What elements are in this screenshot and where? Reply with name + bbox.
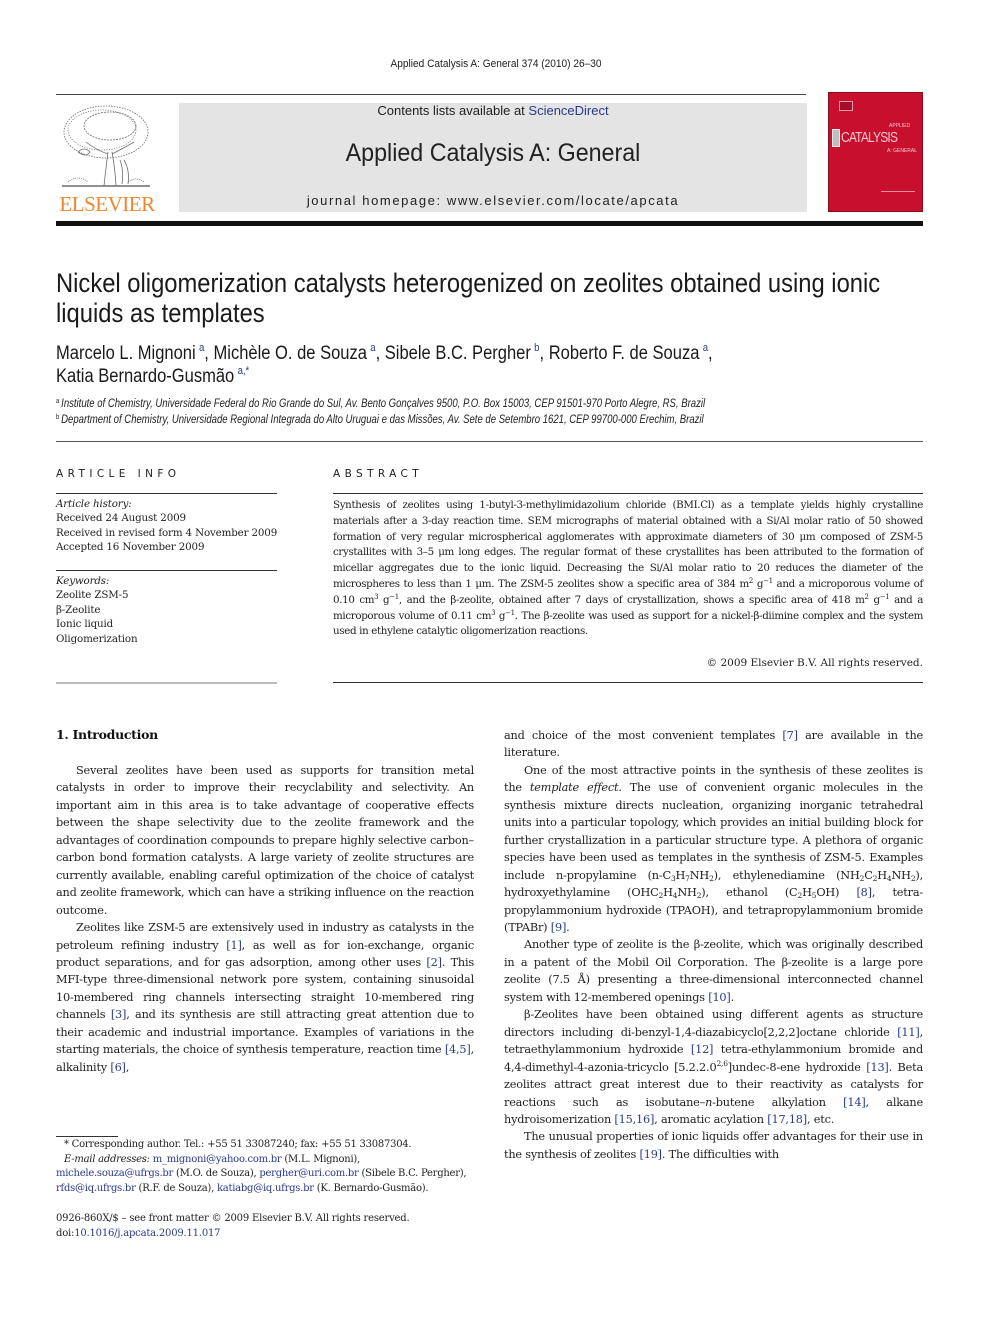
citation-link[interactable]: [3]	[111, 1008, 127, 1021]
contents-prefix: Contents lists available at	[377, 103, 529, 118]
email-link[interactable]: m_mignoni@yahoo.com.br	[153, 1154, 282, 1165]
keyword: Zeolite ZSM-5	[56, 589, 129, 602]
email-line: michele.souza@ufrgs.br (M.O. de Souza), …	[56, 1168, 467, 1180]
cover-letter-box	[832, 129, 840, 147]
affiliation-a: a Institute of Chemistry, Universidade F…	[56, 398, 706, 410]
journal-cover-thumbnail[interactable]: APPLIED CATALYSIS A: GENERAL	[828, 92, 923, 212]
author[interactable]: Roberto F. de Souza a,	[549, 343, 713, 365]
section-divider	[56, 441, 923, 442]
doi-link[interactable]: 10.1016/j.apcata.2009.11.017	[74, 1228, 220, 1239]
abstract-text: Synthesis of zeolites using 1-butyl-3-me…	[333, 499, 923, 638]
section-heading-introduction: 1. Introduction	[56, 727, 158, 742]
history-item: Received in revised form 4 November 2009	[56, 526, 278, 539]
citation-link[interactable]: [7]	[782, 729, 798, 742]
history-item: Received 24 August 2009	[56, 512, 186, 525]
publisher-name: ELSEVIER	[59, 192, 155, 216]
citation-link[interactable]: [6]	[110, 1061, 126, 1074]
front-matter-text: 0926-860X/$ – see front matter © 2009 El…	[56, 1213, 410, 1224]
body-column-left: Several zeolites have been used as suppo…	[56, 762, 474, 1076]
publisher-logo[interactable]: ELSEVIER	[56, 100, 158, 216]
paragraph: Zeolites like ZSM-5 are extensively used…	[56, 921, 475, 1074]
divider	[333, 493, 923, 494]
citation-link[interactable]: [11]	[897, 1026, 920, 1039]
abstract-heading: ABSTRACT	[333, 468, 424, 480]
paragraph: β-Zeolites have been obtained using diff…	[504, 1008, 924, 1126]
email-link[interactable]: michele.souza@ufrgs.br	[56, 1168, 173, 1179]
keyword: β-Zeolite	[56, 603, 101, 616]
body-column-right: and choice of the most convenient templa…	[504, 727, 923, 1163]
email-link[interactable]: katiabg@iq.ufrgs.br	[217, 1183, 314, 1194]
email-line: rfds@iq.ufrgs.br (R.F. de Souza), katiab…	[56, 1182, 429, 1194]
doi-line: doi:10.1016/j.apcata.2009.11.017	[56, 1227, 221, 1239]
paragraph: Several zeolites have been used as suppo…	[56, 764, 474, 917]
history-label: Article history:	[56, 498, 132, 510]
author[interactable]: Marcelo L. Mignoni a,	[56, 343, 213, 365]
contents-line: Contents lists available at ScienceDirec…	[179, 103, 807, 118]
citation-link[interactable]: [14]	[843, 1096, 866, 1109]
journal-banner: Contents lists available at ScienceDirec…	[179, 103, 807, 212]
citation-link[interactable]: [19]	[640, 1148, 663, 1161]
masthead-rule	[56, 221, 923, 226]
author-list: Marcelo L. Mignoni a, Michèle O. de Souz…	[56, 342, 926, 388]
cover-sub-label: A: GENERAL	[887, 148, 918, 154]
author[interactable]: Katia Bernardo-Gusmão a,*	[56, 365, 250, 388]
citation-link[interactable]: [4,5]	[445, 1043, 471, 1056]
article-info-heading: ARTICLE INFO	[56, 468, 181, 480]
cover-sciencedirect-mark	[881, 191, 915, 199]
paragraph: The unusual properties of ionic liquids …	[504, 1130, 923, 1161]
keywords: Keywords: Zeolite ZSM-5 β-Zeolite Ionic …	[56, 574, 296, 646]
sciencedirect-link[interactable]: ScienceDirect	[528, 103, 608, 118]
divider	[56, 682, 277, 684]
affiliation-mark[interactable]: a,*	[238, 365, 250, 377]
divider	[333, 682, 923, 683]
footnotes: * Corresponding author. Tel.: +55 51 330…	[56, 1138, 476, 1196]
article-history: Article history: Received 24 August 2009…	[56, 497, 296, 555]
email-link[interactable]: pergher@uri.com.br	[259, 1168, 358, 1179]
cover-title: CATALYSIS	[841, 129, 898, 146]
divider	[56, 493, 277, 494]
elsevier-tree-icon	[62, 105, 150, 187]
divider	[56, 570, 277, 571]
affiliation-b: b Department of Chemistry, Universidade …	[56, 414, 704, 426]
citation-link[interactable]: [1]	[226, 939, 242, 952]
citation-link[interactable]: [15,16]	[614, 1113, 654, 1126]
citation-link[interactable]: [8]	[856, 886, 872, 899]
email-link[interactable]: rfds@iq.ufrgs.br	[56, 1183, 136, 1194]
footnote-rule	[56, 1136, 118, 1137]
keyword: Ionic liquid	[56, 618, 114, 631]
article-title: Nickel oligomerization catalysts heterog…	[56, 268, 881, 328]
keyword: Oligomerization	[56, 632, 138, 645]
journal-name: Applied Catalysis A: General	[345, 139, 641, 167]
corresponding-author-note: * Corresponding author. Tel.: +55 51 330…	[64, 1139, 412, 1150]
front-matter: 0926-860X/$ – see front matter © 2009 El…	[56, 1212, 486, 1241]
author[interactable]: Sibele B.C. Pergher b,	[385, 343, 549, 365]
citation-link[interactable]: [12]	[691, 1043, 714, 1056]
paragraph: and choice of the most convenient templa…	[504, 729, 924, 760]
paragraph: Another type of zeolite is the β-zeolite…	[504, 938, 923, 1004]
cover-publisher-mark	[839, 101, 853, 111]
keywords-label: Keywords:	[56, 575, 110, 587]
history-item: Accepted 16 November 2009	[56, 541, 205, 554]
paragraph: One of the most attractive points in the…	[504, 763, 923, 934]
citation-link[interactable]: [17,18]	[767, 1113, 807, 1126]
email-line: E-mail addresses: m_mignoni@yahoo.com.br…	[64, 1153, 360, 1165]
affiliations: a Institute of Chemistry, Universidade F…	[56, 396, 886, 428]
author[interactable]: Michèle O. de Souza a,	[213, 343, 384, 365]
citation-link[interactable]: [2]	[426, 956, 442, 969]
citation-link[interactable]: [10]	[708, 991, 731, 1004]
abstract-copyright: © 2009 Elsevier B.V. All rights reserved…	[706, 657, 923, 669]
citation-link[interactable]: [13]	[866, 1061, 889, 1074]
header-rule	[56, 94, 806, 95]
journal-homepage-link[interactable]: journal homepage: www.elsevier.com/locat…	[179, 193, 807, 208]
running-header: Applied Catalysis A: General 374 (2010) …	[390, 58, 602, 70]
citation-link[interactable]: [9]	[551, 921, 567, 934]
